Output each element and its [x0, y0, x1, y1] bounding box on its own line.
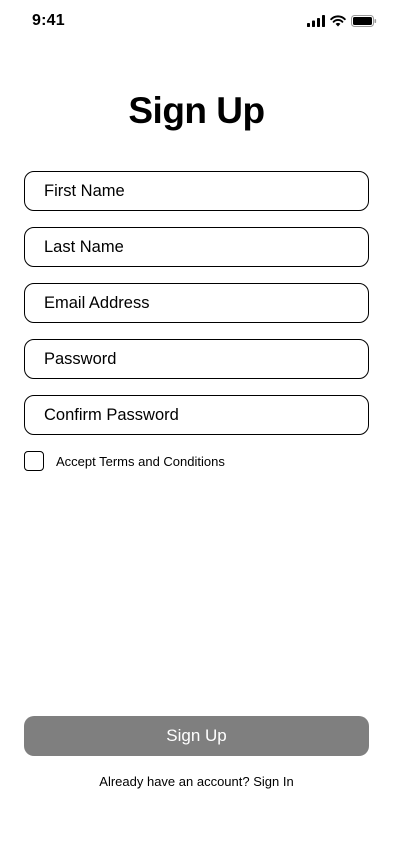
terms-row: Accept Terms and Conditions	[24, 451, 225, 471]
wifi-icon	[330, 15, 346, 27]
battery-icon	[351, 15, 377, 27]
status-time: 9:41	[32, 12, 65, 29]
terms-label: Accept Terms and Conditions	[56, 453, 225, 469]
first-name-field[interactable]	[24, 171, 369, 211]
confirm-password-field[interactable]	[24, 395, 369, 435]
email-field[interactable]	[24, 283, 369, 323]
sign-in-link[interactable]: Sign In	[253, 774, 293, 789]
password-field[interactable]	[24, 339, 369, 379]
sign-up-button[interactable]: Sign Up	[24, 716, 369, 756]
signin-prompt-row: Already have an account? Sign In	[0, 774, 393, 789]
last-name-field[interactable]	[24, 227, 369, 267]
status-icons	[307, 15, 377, 27]
cellular-signal-icon	[307, 15, 325, 27]
page-title: Sign Up	[128, 90, 265, 131]
signin-prompt-text: Already have an account?	[99, 774, 250, 789]
status-bar: 9:41	[0, 0, 393, 44]
terms-checkbox[interactable]	[24, 451, 44, 471]
